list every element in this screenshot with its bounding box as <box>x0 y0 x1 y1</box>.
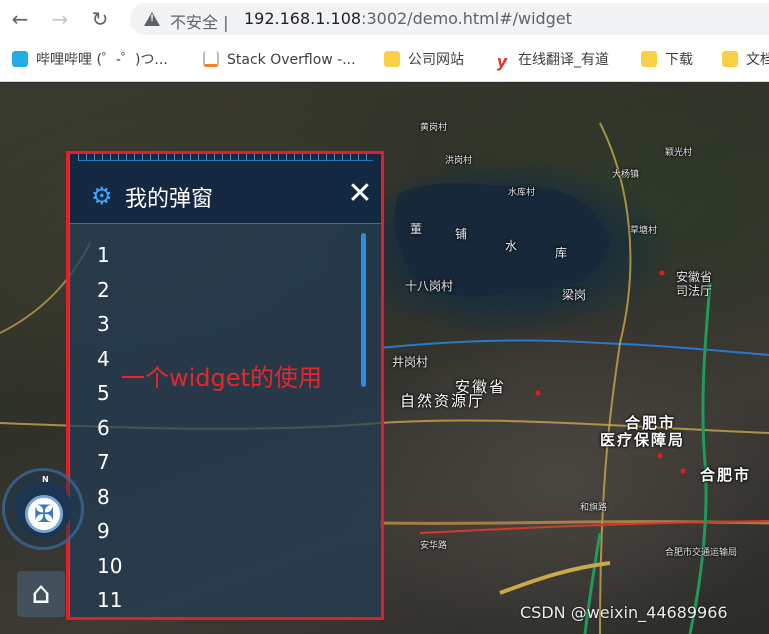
widget-title: 我的弹窗 <box>125 187 214 212</box>
arrow-left-icon[interactable]: ← <box>8 7 32 31</box>
reload-icon[interactable]: ↻ <box>88 7 112 31</box>
map-marker[interactable] <box>535 390 541 396</box>
bookmark-bilibili[interactable]: 哔哩哔哩 (゜-゜)つ... <box>12 50 168 70</box>
map-label: 颖光村 <box>665 148 693 158</box>
gear-icon: ⚙ <box>91 182 113 210</box>
bookmarks-bar: 哔哩哔哩 (゜-゜)つ... Stack Overflow -... 公司网站 … <box>0 38 769 82</box>
widget-popup[interactable]: ⚙ 我的弹窗 ✕ 1 2 3 4 5 6 7 8 9 10 11 12 一个wi… <box>69 153 382 618</box>
map-label: 梁岗 <box>562 288 587 302</box>
map-label: 洪岗村 <box>445 156 473 166</box>
map-label: 库 <box>555 246 569 260</box>
map-label: 和旗路 <box>580 503 608 513</box>
bilibili-icon <box>12 51 28 67</box>
map-label: 铺 <box>455 227 469 241</box>
folder-icon <box>384 51 400 67</box>
youdao-icon: y <box>496 52 508 71</box>
home-button[interactable]: ⌂ <box>17 571 65 617</box>
list-item: 7 <box>97 450 110 474</box>
list-item: 8 <box>97 485 110 509</box>
bookmark-company-site[interactable]: 公司网站 <box>384 50 464 70</box>
map-label: 井岗村 <box>392 355 429 369</box>
map-label: 水 <box>505 239 519 253</box>
home-icon: ⌂ <box>31 576 51 611</box>
url-text[interactable]: 192.168.1.108:3002/demo.html#/widget <box>244 9 572 28</box>
map-label: 黄岗村 <box>420 123 448 133</box>
address-bar[interactable]: 不安全 | 192.168.1.108:3002/demo.html#/widg… <box>130 3 769 35</box>
road-yellow-2 <box>599 122 632 634</box>
watermark: CSDN @weixin_44689966 <box>520 603 728 622</box>
map-marker[interactable] <box>657 453 663 459</box>
widget-description: 一个widget的使用 <box>121 364 322 392</box>
metro-green-1 <box>688 282 712 634</box>
map-marker[interactable] <box>680 468 686 474</box>
list-item: 4 <box>97 347 110 371</box>
list-item: 6 <box>97 416 110 440</box>
compass-north-label: N <box>42 475 49 484</box>
folder-icon <box>641 51 657 67</box>
map-marker[interactable] <box>659 270 665 276</box>
close-icon[interactable]: ✕ <box>346 179 374 209</box>
bookmark-docs[interactable]: 文档 <box>722 50 769 70</box>
road-blue <box>379 339 769 356</box>
map-label: 合肥市 <box>700 466 752 484</box>
list-item: 10 <box>97 554 123 578</box>
map-label: 十八岗村 <box>405 279 454 293</box>
security-label[interactable]: 不安全 | <box>170 9 229 33</box>
list-item: 11 <box>97 588 123 612</box>
arrow-right-icon[interactable]: → <box>48 7 72 31</box>
list-item: 9 <box>97 519 110 543</box>
compass-control[interactable]: N ✠ <box>2 468 84 550</box>
widget-body[interactable]: 1 2 3 4 5 6 7 8 9 10 11 12 一个widget的使用 <box>70 225 381 617</box>
bookmark-stackoverflow[interactable]: Stack Overflow -... <box>203 50 356 70</box>
widget-scrollbar[interactable] <box>361 233 366 387</box>
browser-toolbar: ← → ↻ 不安全 | 192.168.1.108:3002/demo.html… <box>0 0 769 38</box>
map-label: 司法厅 <box>676 284 713 298</box>
map-label: 自然资源厅 <box>400 392 486 410</box>
list-item: 2 <box>97 278 110 302</box>
bookmark-downloads[interactable]: 下载 <box>641 50 693 70</box>
map-label: 合肥市交通运输局 <box>665 548 738 558</box>
list-item: 3 <box>97 312 110 336</box>
list-item: 5 <box>97 381 110 405</box>
widget-header[interactable]: ⚙ 我的弹窗 ✕ <box>70 154 381 224</box>
map-label: 草塘村 <box>630 226 658 236</box>
map-label: 董 <box>410 222 424 236</box>
bookmark-youdao[interactable]: y 在线翻译_有道 <box>494 50 609 70</box>
map-label: 医疗保障局 <box>600 431 686 449</box>
folder-icon <box>722 51 738 67</box>
warning-icon[interactable] <box>144 12 160 26</box>
header-divider <box>78 160 373 161</box>
compass-icon[interactable]: ✠ <box>25 495 63 533</box>
map-label: 水库村 <box>508 188 536 198</box>
list-item: 1 <box>97 243 110 267</box>
map-label: 大杨镇 <box>612 170 640 180</box>
map-label: 安华路 <box>420 541 448 551</box>
stackoverflow-icon <box>203 51 219 67</box>
